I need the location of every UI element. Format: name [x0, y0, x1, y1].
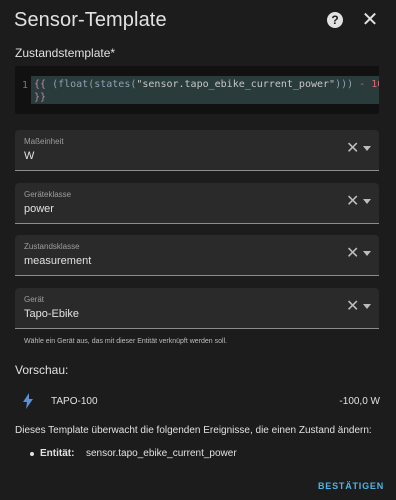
unit-select[interactable]: Maßeinheit W ✕ — [15, 130, 379, 171]
field-label: Maßeinheit — [24, 137, 64, 146]
device-class-select[interactable]: Geräteklasse power ✕ — [15, 183, 379, 224]
clear-icon[interactable]: ✕ — [346, 299, 359, 315]
template-code-editor[interactable]: 1 {{ (float(states("sensor.tapo_ebike_cu… — [15, 66, 379, 114]
code-line[interactable]: {{ (float(states("sensor.tapo_ebike_curr… — [31, 76, 379, 104]
dropdown-arrow-icon[interactable] — [363, 146, 371, 151]
field-value: measurement — [24, 255, 92, 267]
flash-icon — [23, 393, 33, 409]
field-label: Geräteklasse — [24, 190, 72, 199]
dropdown-arrow-icon[interactable] — [363, 304, 371, 309]
dialog-header: Sensor-Template ? ✕ — [0, 0, 396, 44]
clear-icon[interactable]: ✕ — [346, 141, 359, 157]
field-value: W — [24, 150, 35, 162]
preview-title: Vorschau: — [15, 363, 69, 377]
code-number: 100 — [371, 79, 379, 90]
bullet — [30, 452, 34, 456]
field-label: Gerät — [24, 295, 45, 304]
state-class-select[interactable]: Zustandsklasse measurement ✕ — [15, 235, 379, 276]
line-number-gutter: 1 — [15, 66, 31, 114]
clear-icon[interactable]: ✕ — [346, 194, 359, 210]
close-icon[interactable]: ✕ — [360, 10, 380, 30]
watch-item-value: sensor.tapo_ebike_current_power — [86, 448, 237, 459]
preview-entity-value: -100,0 W — [339, 396, 380, 407]
field-value: Tapo-Ebike — [24, 308, 80, 320]
code-line-1: {{ (float(states("sensor.tapo_ebike_curr… — [34, 79, 379, 90]
code-brace-close: }} — [34, 92, 47, 103]
clear-icon[interactable]: ✕ — [346, 246, 359, 262]
code-line-2: }} — [34, 92, 46, 103]
code-expr-close: ))) — [335, 79, 354, 90]
line-number: 1 — [21, 80, 28, 91]
dropdown-arrow-icon[interactable] — [363, 199, 371, 204]
code-expr-open: (float(states( — [52, 79, 137, 90]
preview-entity-name: TAPO-100 — [51, 396, 98, 407]
watch-item-label: Entität: — [40, 448, 75, 459]
watch-description: Dieses Template überwacht die folgenden … — [15, 425, 372, 436]
field-label: Zustandsklasse — [24, 242, 80, 251]
confirm-button[interactable]: BESTÄTIGEN — [318, 481, 383, 491]
code-entity-string: "sensor.tapo_ebike_current_power" — [136, 79, 336, 90]
template-label: Zustandstemplate* — [15, 46, 116, 60]
device-select[interactable]: Gerät Tapo-Ebike ✕ — [15, 288, 379, 329]
dialog-title: Sensor-Template — [14, 9, 167, 31]
question-circle-icon[interactable]: ? — [327, 12, 343, 28]
code-brace-open: {{ — [34, 79, 47, 90]
dropdown-arrow-icon[interactable] — [363, 251, 371, 256]
field-value: power — [24, 203, 54, 215]
code-operator: - — [359, 79, 366, 90]
sensor-template-dialog: Sensor-Template ? ✕ Zustandstemplate* 1 … — [0, 0, 396, 500]
device-hint-text: Wähle ein Gerät aus, das mit dieser Enti… — [24, 338, 228, 345]
